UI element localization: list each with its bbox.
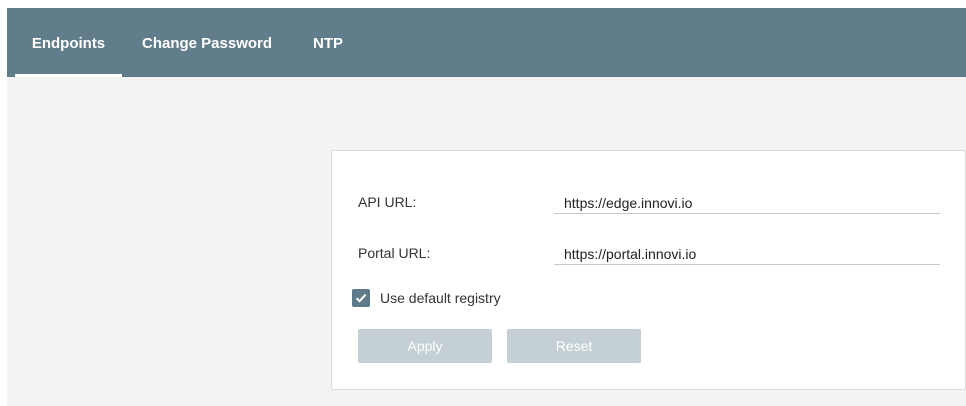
portal-url-input[interactable]	[554, 239, 940, 264]
default-registry-label: Use default registry	[380, 290, 501, 306]
api-url-label: API URL:	[358, 194, 417, 210]
settings-frame: Endpoints Change Password NTP API URL: P…	[7, 8, 966, 406]
apply-button[interactable]: Apply	[358, 329, 492, 363]
default-registry-checkbox[interactable]	[352, 289, 370, 307]
portal-url-label: Portal URL:	[358, 245, 431, 261]
reset-button[interactable]: Reset	[507, 329, 641, 363]
api-url-input[interactable]	[554, 188, 940, 213]
tab-ntp[interactable]: NTP	[313, 8, 343, 77]
portal-url-field	[554, 239, 940, 265]
tab-endpoints[interactable]: Endpoints	[15, 8, 122, 77]
tab-bar: Endpoints Change Password NTP	[7, 8, 966, 77]
api-url-field	[554, 188, 940, 214]
checkmark-icon	[355, 293, 367, 303]
tab-change-password[interactable]: Change Password	[142, 8, 272, 77]
default-registry-option[interactable]: Use default registry	[352, 288, 501, 308]
endpoints-form-card: API URL: Portal URL: Use default registr…	[331, 150, 966, 390]
